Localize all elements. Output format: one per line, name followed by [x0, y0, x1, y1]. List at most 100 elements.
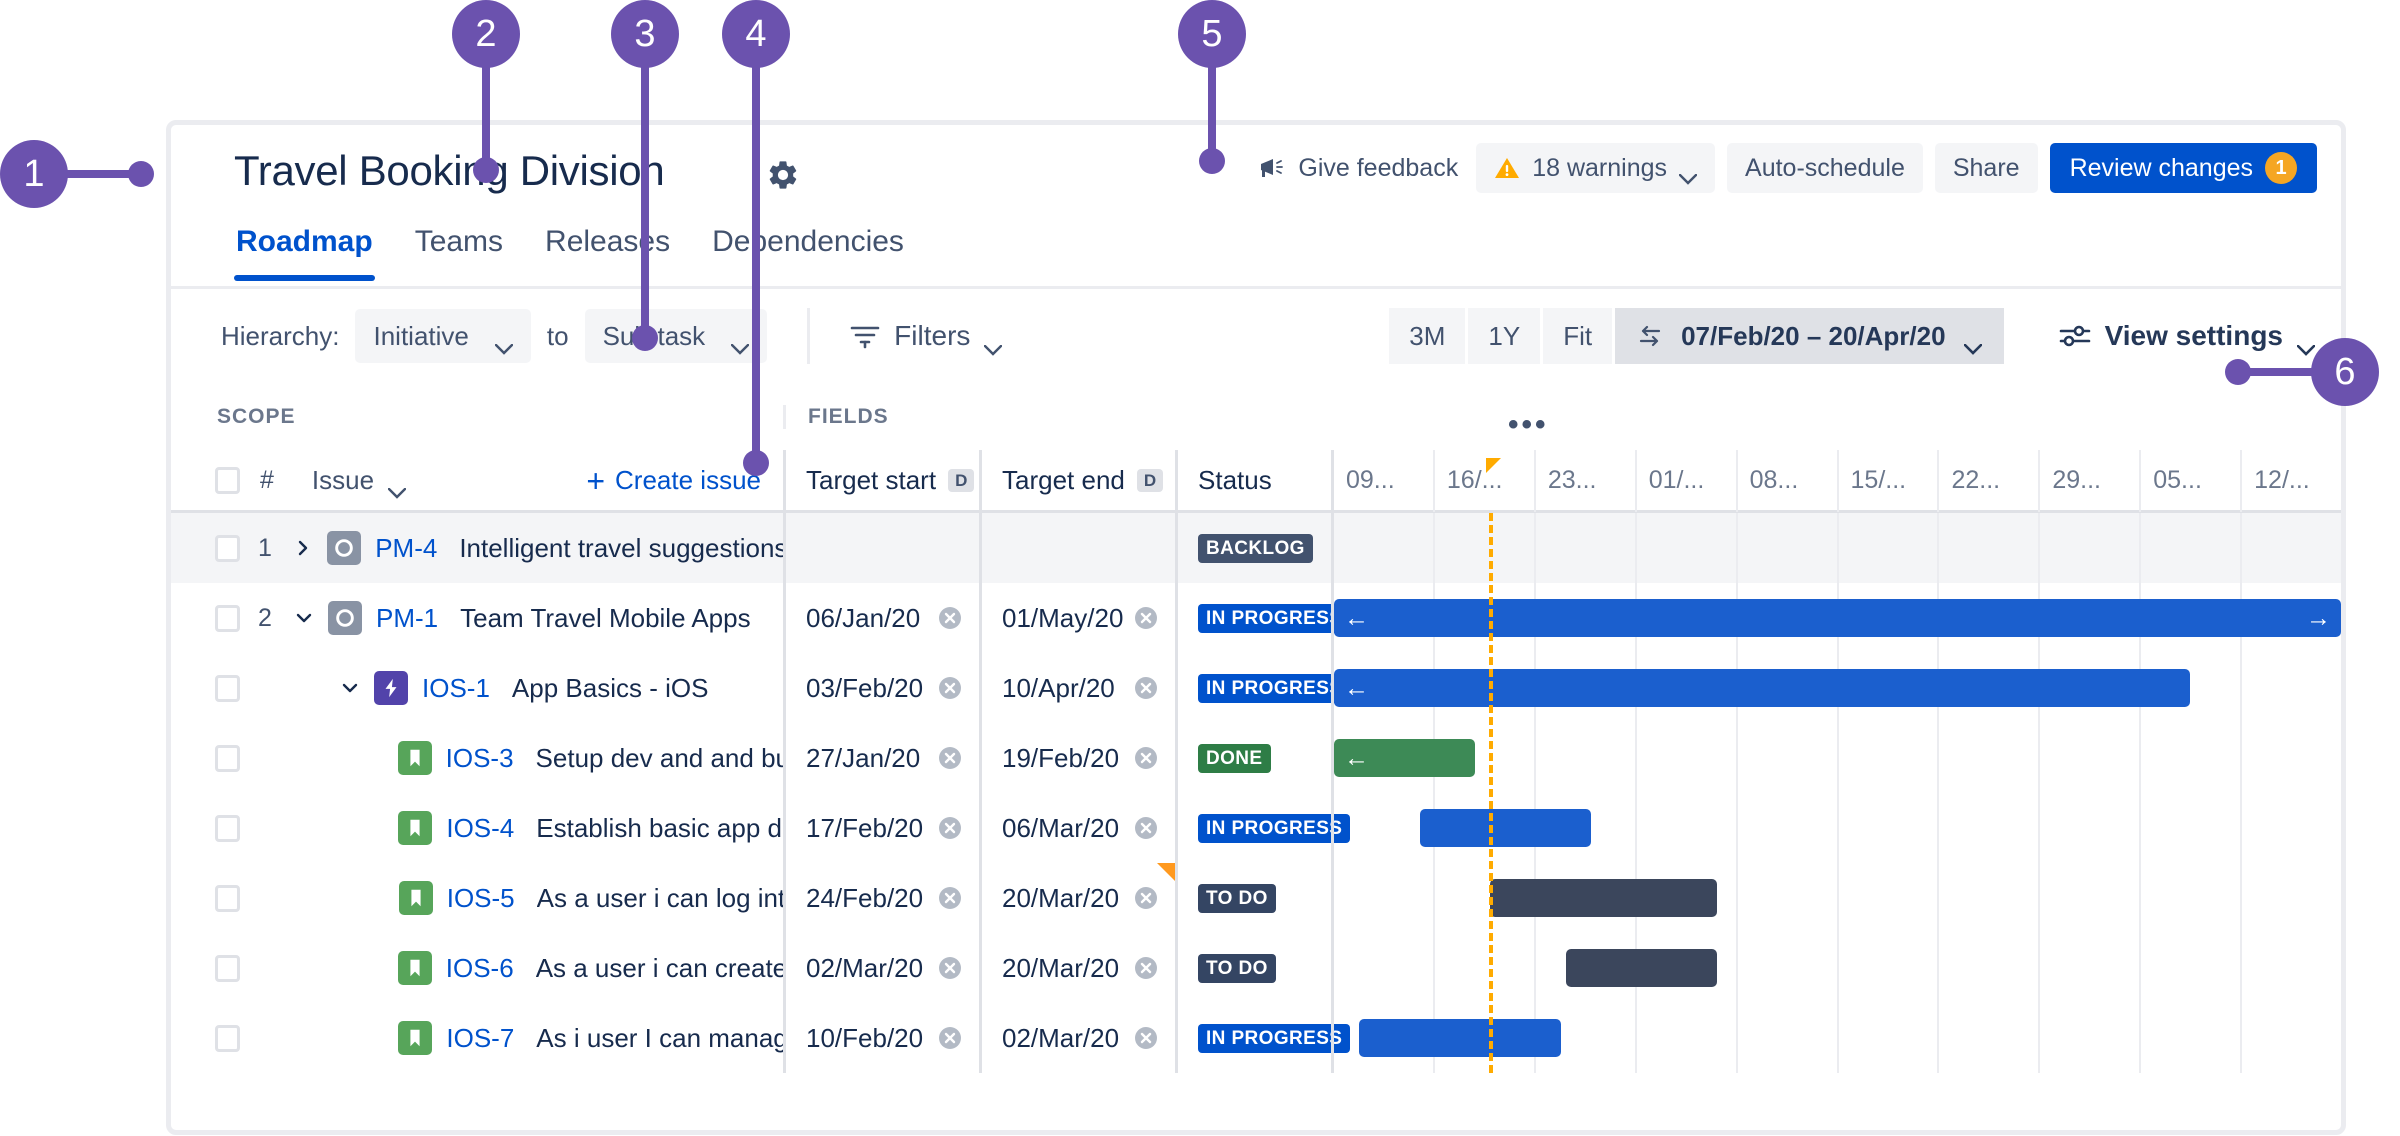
target-start-cell[interactable] — [783, 513, 979, 583]
target-start-cell[interactable]: 06/Jan/20 — [783, 583, 979, 653]
gantt-bar[interactable] — [1490, 879, 1717, 917]
issue-key-link[interactable]: IOS-7 — [446, 1023, 514, 1054]
target-start-cell[interactable]: 03/Feb/20 — [783, 653, 979, 723]
target-end-cell[interactable]: 06/Mar/20 — [979, 793, 1175, 863]
issue-summary[interactable]: As i user I can manage my profile — [536, 1023, 783, 1054]
date-range-button[interactable]: 07/Feb/20 – 20/Apr/20 — [1615, 308, 2004, 364]
timeline-row[interactable] — [1331, 513, 2341, 583]
collapse-chevron-down-icon[interactable] — [290, 610, 318, 626]
clear-date-icon[interactable] — [937, 605, 963, 631]
table-row[interactable]: IOS-1 App Basics - iOS 03/Feb/20 10/Apr/20 I… — [171, 653, 2341, 723]
table-row[interactable]: IOS-4 Establish basic app dev framew... 17… — [171, 793, 2341, 863]
target-start-cell[interactable]: 10/Feb/20 — [783, 1003, 979, 1073]
row-select-checkbox[interactable] — [215, 1024, 240, 1052]
row-select-checkbox[interactable] — [215, 954, 240, 982]
target-end-column-header[interactable]: Target end D — [979, 449, 1175, 512]
create-issue-button[interactable]: + Create issue — [586, 465, 761, 497]
target-end-cell[interactable]: 10/Apr/20 — [979, 653, 1175, 723]
row-select-checkbox[interactable] — [215, 534, 240, 562]
give-feedback-button[interactable]: Give feedback — [1253, 154, 1464, 183]
issue-column-header[interactable]: Issue — [312, 465, 407, 499]
table-row[interactable]: IOS-5 As a user i can log into the syst..… — [171, 863, 2341, 933]
status-cell[interactable]: IN PROGRESS — [1175, 583, 1351, 653]
target-end-cell[interactable]: 02/Mar/20 — [979, 1003, 1175, 1073]
target-end-cell[interactable]: 20/Mar/20 — [979, 863, 1175, 933]
target-end-cell[interactable]: 01/May/20 — [979, 583, 1175, 653]
timeline-row[interactable] — [1331, 933, 2341, 1003]
gantt-bar[interactable] — [1419, 809, 1591, 847]
tab-roadmap[interactable]: Roadmap — [234, 217, 375, 281]
clear-date-icon[interactable] — [1133, 815, 1159, 841]
clear-date-icon[interactable] — [937, 815, 963, 841]
status-cell[interactable]: TO DO — [1175, 933, 1331, 1003]
issue-summary[interactable]: Team Travel Mobile Apps — [460, 603, 750, 634]
table-row[interactable]: IOS-7 As i user I can manage my profile 10… — [171, 1003, 2341, 1073]
gantt-bar[interactable]: ← — [1334, 739, 1475, 777]
gear-icon[interactable] — [766, 158, 800, 192]
issue-summary[interactable]: Intelligent travel suggestions — [459, 533, 783, 564]
target-start-cell[interactable]: 27/Jan/20 — [783, 723, 979, 793]
table-row[interactable]: 2 PM-1 Team Travel Mobile Apps 06/Jan/20 01/… — [171, 583, 2341, 653]
review-changes-button[interactable]: Review changes 1 — [2049, 143, 2317, 193]
issue-key-link[interactable]: IOS-4 — [446, 813, 514, 844]
select-all-checkbox[interactable] — [215, 467, 240, 494]
issue-key-link[interactable]: IOS-3 — [446, 743, 514, 774]
issue-key-link[interactable]: PM-4 — [375, 533, 437, 564]
row-select-checkbox[interactable] — [215, 884, 240, 912]
issue-key-link[interactable]: IOS-6 — [446, 953, 514, 984]
share-button[interactable]: Share — [1934, 143, 2038, 193]
clear-date-icon[interactable] — [1133, 955, 1159, 981]
issue-summary[interactable]: Setup dev and and build environ... — [536, 743, 783, 774]
gantt-bar[interactable]: ← — [1334, 669, 2190, 707]
timeline-row[interactable]: ← — [1331, 653, 2341, 723]
auto-schedule-button[interactable]: Auto-schedule — [1727, 143, 1923, 193]
timeline-row[interactable] — [1331, 863, 2341, 933]
target-start-cell[interactable]: 02/Mar/20 — [783, 933, 979, 1003]
row-select-checkbox[interactable] — [215, 744, 240, 772]
collapse-chevron-down-icon[interactable] — [336, 680, 364, 696]
timeline-row[interactable]: ← — [1331, 723, 2341, 793]
target-end-cell[interactable] — [979, 513, 1175, 583]
expand-chevron-right-icon[interactable] — [290, 540, 318, 556]
clear-date-icon[interactable] — [1133, 745, 1159, 771]
issue-key-link[interactable]: IOS-5 — [447, 883, 515, 914]
timeline-row[interactable] — [1331, 793, 2341, 863]
row-select-checkbox[interactable] — [215, 674, 240, 702]
clear-date-icon[interactable] — [937, 1025, 963, 1051]
issue-summary[interactable]: Establish basic app dev framew... — [536, 813, 783, 844]
tab-teams[interactable]: Teams — [413, 217, 505, 281]
timeline-row[interactable] — [1331, 1003, 2341, 1073]
target-start-cell[interactable]: 24/Feb/20 — [783, 863, 979, 933]
clear-date-icon[interactable] — [1133, 1025, 1159, 1051]
tab-releases[interactable]: Releases — [543, 217, 672, 281]
zoom-1y-button[interactable]: 1Y — [1468, 308, 1541, 364]
table-row[interactable]: IOS-6 As a user i can create a custom ...… — [171, 933, 2341, 1003]
status-cell[interactable]: BACKLOG — [1175, 513, 1331, 583]
filters-button[interactable]: Filters — [850, 320, 1003, 356]
gantt-bar[interactable]: ← → — [1334, 599, 2341, 637]
target-start-column-header[interactable]: Target start D — [783, 449, 979, 512]
clear-date-icon[interactable] — [937, 675, 963, 701]
clear-date-icon[interactable] — [1133, 885, 1159, 911]
zoom-fit-button[interactable]: Fit — [1543, 308, 1613, 364]
clear-date-icon[interactable] — [1133, 605, 1159, 631]
gantt-bar[interactable] — [1359, 1019, 1561, 1057]
issue-key-link[interactable]: IOS-1 — [422, 673, 490, 704]
status-cell[interactable]: DONE — [1175, 723, 1331, 793]
row-select-checkbox[interactable] — [215, 604, 240, 632]
target-end-cell[interactable]: 19/Feb/20 — [979, 723, 1175, 793]
status-column-header[interactable]: Status — [1175, 449, 1331, 512]
target-end-cell[interactable]: 20/Mar/20 — [979, 933, 1175, 1003]
row-select-checkbox[interactable] — [215, 814, 240, 842]
clear-date-icon[interactable] — [937, 745, 963, 771]
zoom-3m-button[interactable]: 3M — [1389, 308, 1466, 364]
clear-date-icon[interactable] — [937, 955, 963, 981]
status-cell[interactable]: TO DO — [1175, 863, 1331, 933]
issue-summary[interactable]: As a user i can create a custom ... — [536, 953, 783, 984]
warnings-button[interactable]: 18 warnings — [1476, 143, 1716, 193]
table-row[interactable]: IOS-3 Setup dev and and build environ... 2… — [171, 723, 2341, 793]
hierarchy-to-select[interactable]: Sub-task — [584, 309, 768, 363]
timeline-row[interactable]: ← → — [1331, 583, 2341, 653]
hierarchy-from-select[interactable]: Initiative — [355, 309, 531, 363]
table-row[interactable]: 1 PM-4 Intelligent travel suggestions BACKL… — [171, 513, 2341, 583]
